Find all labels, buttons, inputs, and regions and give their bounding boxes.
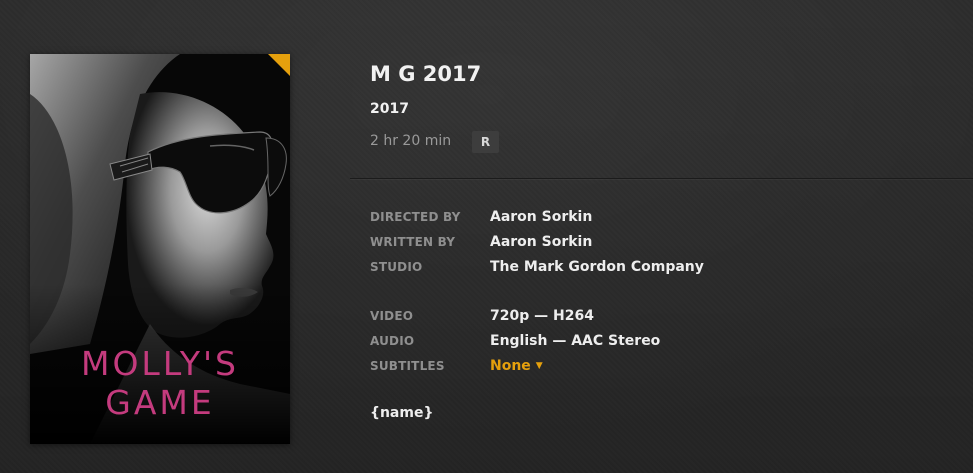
- studio-label: STUDIO: [370, 260, 423, 274]
- studio-name[interactable]: The Mark Gordon Company: [490, 259, 704, 275]
- summary-text: {name}: [370, 405, 434, 421]
- poster-title-line2: GAME: [105, 383, 215, 422]
- movie-poster[interactable]: MOLLY'S GAME: [30, 54, 290, 444]
- content-rating-badge: R: [472, 131, 499, 153]
- directed-by-label: DIRECTED BY: [370, 210, 461, 224]
- subtitles-label: SUBTITLES: [370, 359, 445, 373]
- subtitles-dropdown[interactable]: None ▼: [490, 358, 543, 374]
- poster-title-line1: MOLLY'S: [80, 344, 239, 383]
- writer-name[interactable]: Aaron Sorkin: [490, 234, 592, 250]
- caret-down-icon: ▼: [535, 361, 543, 371]
- audio-value: English — AAC Stereo: [490, 333, 661, 349]
- video-value: 720p — H264: [490, 308, 594, 324]
- written-by-label: WRITTEN BY: [370, 235, 456, 249]
- duration: 2 hr 20 min: [370, 133, 452, 149]
- subtitles-selected-value: None: [490, 358, 531, 374]
- audio-label: AUDIO: [370, 334, 415, 348]
- video-label: VIDEO: [370, 309, 414, 323]
- header-divider: [350, 178, 973, 179]
- unwatched-corner-marker: [268, 54, 290, 76]
- release-year: 2017: [370, 101, 409, 117]
- director-name[interactable]: Aaron Sorkin: [490, 209, 592, 225]
- movie-title: M G 2017: [370, 62, 482, 86]
